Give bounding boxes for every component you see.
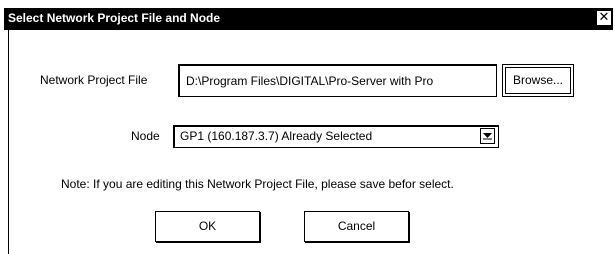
close-button[interactable]: ✕ [597,11,611,25]
title-bar: Select Network Project File and Node ✕ [4,8,613,30]
project-file-input[interactable]: D:\Program Files\DIGITAL\Pro-Server with… [178,64,497,97]
node-dropdown-button[interactable] [480,128,495,144]
project-file-label: Network Project File [40,73,148,87]
chevron-down-icon [483,133,492,140]
project-file-value: D:\Program Files\DIGITAL\Pro-Server with… [186,74,434,88]
node-label: Node [131,129,160,143]
note-text: Note: If you are editing this Network Pr… [61,177,454,191]
node-selected-value: GP1 (160.187.3.7) Already Selected [180,129,373,143]
window-border [8,30,9,254]
ok-button[interactable]: OK [155,211,260,242]
browse-button-label: Browse... [505,67,571,94]
node-select[interactable]: GP1 (160.187.3.7) Already Selected [173,125,499,148]
browse-button[interactable]: Browse... [502,64,574,97]
window-title: Select Network Project File and Node [8,11,221,25]
select-network-project-dialog: Select Network Project File and Node ✕ N… [0,0,615,254]
close-icon: ✕ [598,10,610,25]
cancel-button[interactable]: Cancel [304,211,409,242]
